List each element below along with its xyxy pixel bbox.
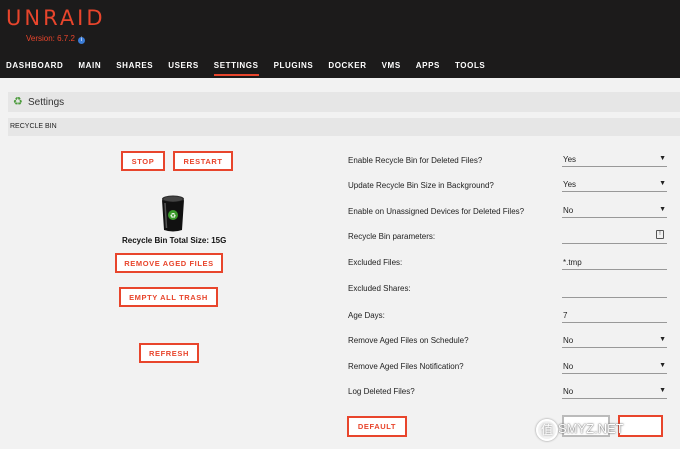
remove-aged-schedule-select[interactable]: No ▼: [562, 334, 667, 348]
age-days-input[interactable]: 7: [562, 309, 667, 323]
select-value: No: [563, 387, 574, 396]
unraid-logo[interactable]: UNRAID: [6, 6, 106, 30]
info-icon[interactable]: i: [77, 37, 85, 44]
update-size-background-select[interactable]: Yes ▼: [562, 178, 667, 192]
unassigned-devices-select[interactable]: No ▼: [562, 204, 667, 218]
setting-label: Age Days:: [348, 311, 385, 320]
recycle-icon: ♻: [13, 96, 23, 108]
main-nav: DASHBOARD MAIN SHARES USERS SETTINGS PLU…: [6, 61, 500, 76]
select-value: No: [563, 336, 574, 345]
version-text: Version: 6.7.2: [26, 34, 75, 43]
excluded-shares-input[interactable]: [562, 284, 667, 298]
nav-plugins[interactable]: PLUGINS: [274, 61, 314, 76]
nav-apps[interactable]: APPS: [416, 61, 440, 76]
setting-label: Excluded Shares:: [348, 284, 411, 293]
version-label: Version: 6.7.2 i: [26, 34, 85, 44]
parameters-help-icon[interactable]: !: [656, 230, 664, 239]
nav-vms[interactable]: VMS: [382, 61, 401, 76]
nav-dashboard[interactable]: DASHBOARD: [6, 61, 63, 76]
setting-label: Remove Aged Files Notification?: [348, 362, 464, 371]
select-value: Yes: [563, 180, 577, 189]
dropdown-caret-icon: ▼: [659, 206, 666, 213]
section-title: RECYCLE BIN: [10, 123, 57, 130]
dropdown-caret-icon: ▼: [659, 362, 666, 369]
stop-button[interactable]: STOP: [121, 151, 165, 171]
nav-main[interactable]: MAIN: [78, 61, 101, 76]
nav-settings[interactable]: SETTINGS: [213, 61, 259, 76]
select-value: No: [563, 362, 574, 371]
watermark-text: SMYZ.NET: [558, 421, 624, 436]
setting-label: Update Recycle Bin Size in Background?: [348, 181, 494, 190]
setting-label: Enable on Unassigned Devices for Deleted…: [348, 207, 525, 216]
section-header: RECYCLE BIN: [8, 118, 680, 136]
page-title: Settings: [28, 97, 65, 108]
excluded-files-input[interactable]: *.tmp: [562, 256, 667, 270]
nav-tools[interactable]: TOOLS: [455, 61, 485, 76]
watermark-logo: 值: [536, 419, 558, 441]
empty-all-trash-button[interactable]: EMPTY ALL TRASH: [119, 287, 218, 307]
page-title-bar: ♻ Settings: [8, 92, 680, 112]
select-value: No: [563, 206, 574, 215]
dropdown-caret-icon: ▼: [659, 336, 666, 343]
nav-shares[interactable]: SHARES: [116, 61, 153, 76]
setting-label: Enable Recycle Bin for Deleted Files?: [348, 156, 483, 165]
dropdown-caret-icon: ▼: [659, 387, 666, 394]
remove-aged-notification-select[interactable]: No ▼: [562, 360, 667, 374]
setting-label: Excluded Files:: [348, 258, 403, 267]
input-value: *.tmp: [563, 258, 582, 267]
nav-users[interactable]: USERS: [168, 61, 199, 76]
enable-recycle-bin-select[interactable]: Yes ▼: [562, 153, 667, 167]
svg-text:♻: ♻: [170, 212, 176, 220]
done-button[interactable]: [618, 415, 663, 437]
dropdown-caret-icon: ▼: [659, 155, 666, 162]
remove-aged-files-button[interactable]: REMOVE AGED FILES: [115, 253, 223, 273]
setting-label: Recycle Bin parameters:: [348, 232, 436, 241]
setting-label: Remove Aged Files on Schedule?: [348, 336, 469, 345]
top-header: UNRAID Version: 6.7.2 i DASHBOARD MAIN SH…: [0, 0, 680, 78]
restart-button[interactable]: RESTART: [173, 151, 233, 171]
recycle-bin-total-size: Recycle Bin Total Size: 15G: [122, 236, 227, 245]
log-deleted-files-select[interactable]: No ▼: [562, 385, 667, 399]
input-value: 7: [563, 311, 568, 320]
select-value: Yes: [563, 155, 577, 164]
default-button[interactable]: DEFAULT: [347, 416, 407, 437]
trash-can-icon: ♻: [162, 195, 184, 232]
setting-label: Log Deleted Files?: [348, 387, 415, 396]
dropdown-caret-icon: ▼: [659, 180, 666, 187]
refresh-button[interactable]: REFRESH: [139, 343, 199, 363]
nav-docker[interactable]: DOCKER: [328, 61, 366, 76]
recycle-bin-parameters-input[interactable]: !: [562, 230, 667, 244]
